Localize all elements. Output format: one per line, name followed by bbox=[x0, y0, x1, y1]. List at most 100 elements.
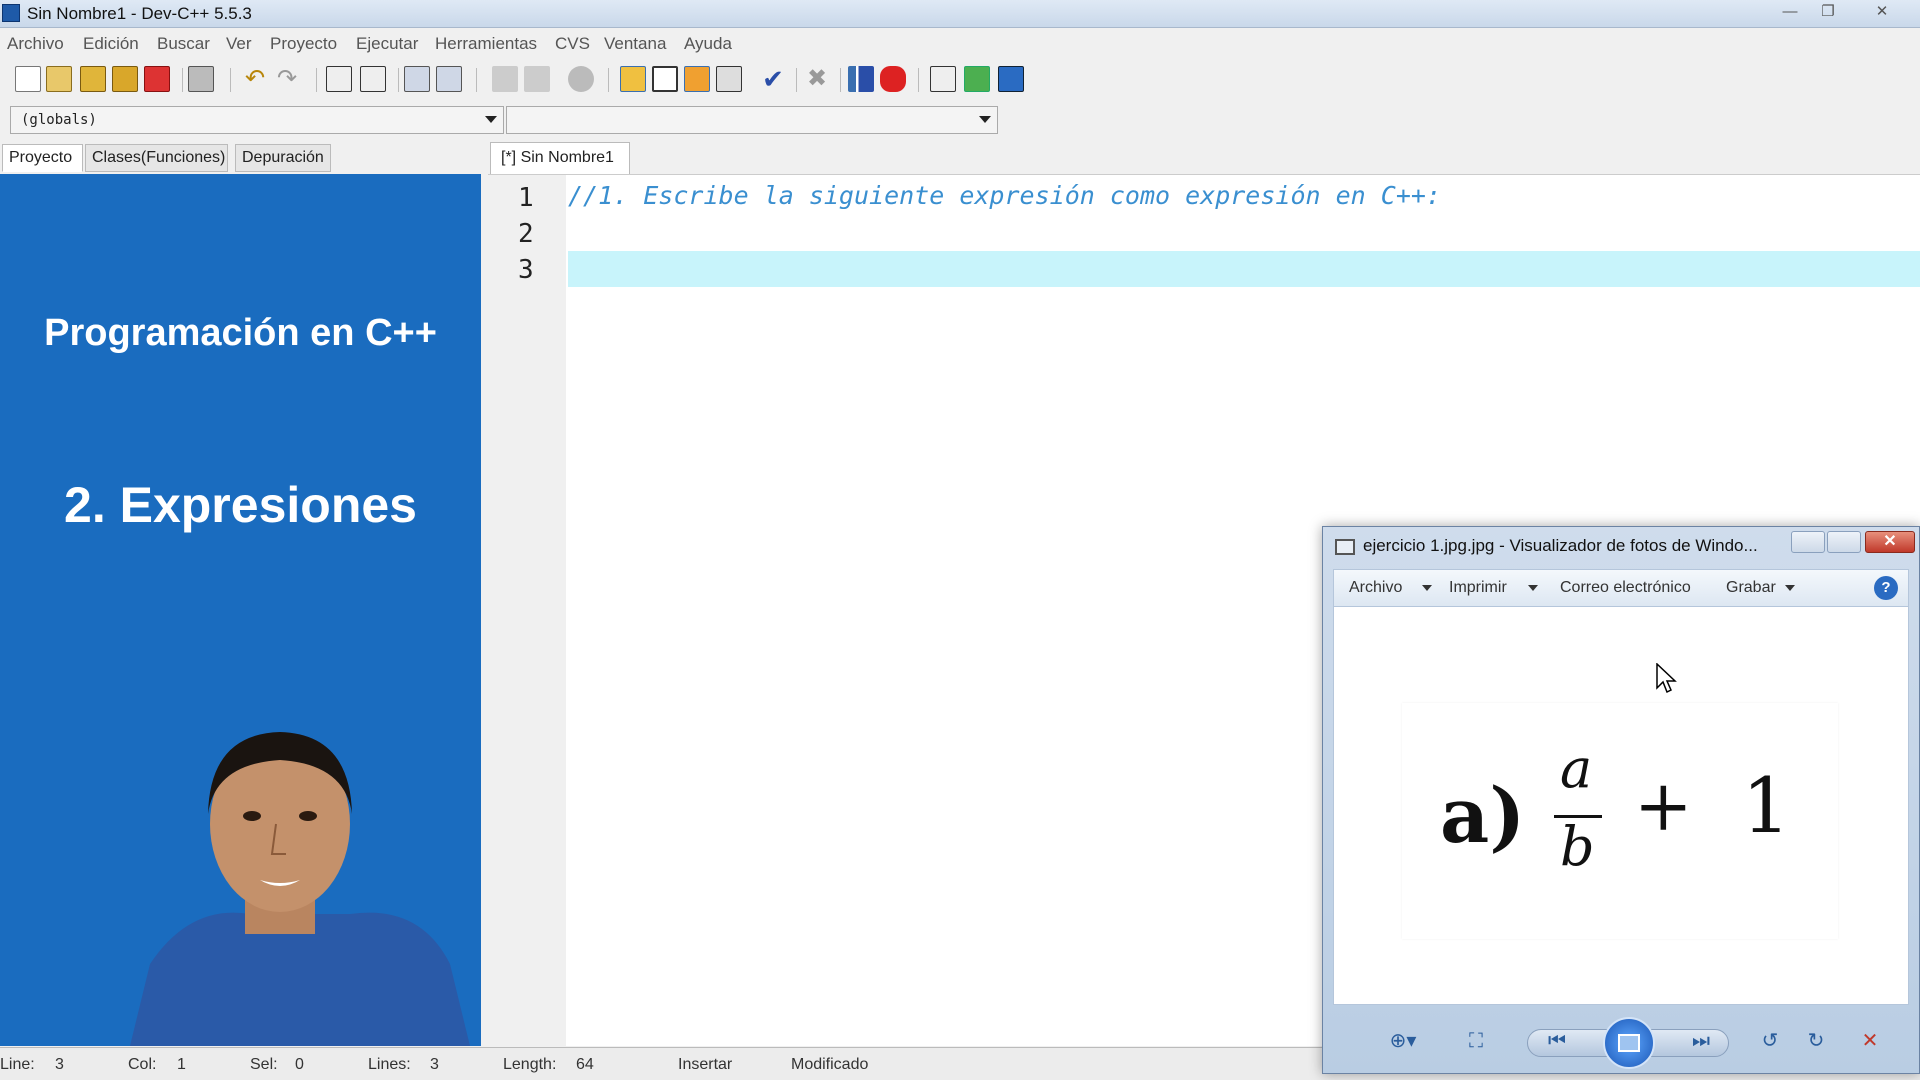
menu-ejecutar[interactable]: Ejecutar bbox=[356, 34, 418, 54]
lesson-title: 2. Expresiones bbox=[64, 477, 417, 533]
window-title: Sin Nombre1 - Dev-C++ 5.5.3 bbox=[27, 4, 252, 23]
menu-cvs[interactable]: CVS bbox=[555, 34, 590, 54]
toolbar: ↶ ↷ ✔ ✖ bbox=[0, 60, 1920, 100]
next-icon[interactable]: ⏭ bbox=[1681, 1027, 1721, 1055]
goto-forward-icon[interactable] bbox=[524, 66, 550, 92]
photo-viewer-icon bbox=[1335, 539, 1355, 555]
line-number: 1 bbox=[518, 183, 534, 213]
status-col-value: 1 bbox=[177, 1056, 186, 1073]
title-bar: Sin Nombre1 - Dev-C++ 5.5.3 — ❐ ✕ bbox=[0, 0, 1920, 28]
save-icon[interactable] bbox=[80, 66, 106, 92]
zoom-icon[interactable]: ⊕▾ bbox=[1383, 1027, 1423, 1055]
menu-buscar[interactable]: Buscar bbox=[157, 34, 210, 54]
tab-proyecto[interactable]: Proyecto bbox=[2, 144, 83, 172]
project-add-icon[interactable] bbox=[930, 66, 956, 92]
mouse-cursor-icon bbox=[1656, 663, 1677, 694]
compile-run-icon[interactable] bbox=[684, 66, 710, 92]
line-gutter: 1 2 3 bbox=[488, 175, 566, 1047]
fraction-denominator: b bbox=[1560, 815, 1595, 878]
chevron-down-icon bbox=[1528, 585, 1538, 591]
viewer-close-button[interactable]: ✕ bbox=[1865, 531, 1915, 553]
menu-ventana[interactable]: Ventana bbox=[604, 34, 666, 54]
redo-icon[interactable]: ↷ bbox=[274, 66, 300, 92]
scope-combo[interactable]: (globals) bbox=[10, 106, 504, 134]
photo-viewer-title: ejercicio 1.jpg.jpg - Visualizador de fo… bbox=[1363, 536, 1758, 555]
compile-icon[interactable] bbox=[620, 66, 646, 92]
constant-one: 1 bbox=[1742, 761, 1791, 850]
status-length-label: Length: bbox=[503, 1056, 557, 1073]
print-icon[interactable] bbox=[188, 66, 214, 92]
status-sel-label: Sel: bbox=[250, 1056, 278, 1073]
status-line-value: 3 bbox=[55, 1056, 64, 1073]
chevron-down-icon bbox=[979, 116, 991, 123]
status-lines-value: 3 bbox=[430, 1056, 439, 1073]
close-file-icon[interactable] bbox=[144, 66, 170, 92]
rotate-right-icon[interactable]: ↻ bbox=[1799, 1027, 1833, 1055]
chevron-down-icon bbox=[1785, 585, 1795, 591]
menu-archivo[interactable]: Archivo bbox=[7, 34, 64, 54]
slideshow-button[interactable] bbox=[1603, 1017, 1655, 1069]
member-combo[interactable] bbox=[506, 106, 998, 134]
menu-proyecto[interactable]: Proyecto bbox=[270, 34, 337, 54]
bookmark-icon[interactable] bbox=[568, 66, 594, 92]
help-icon[interactable]: ? bbox=[1874, 576, 1898, 600]
scope-combo-value: (globals) bbox=[21, 112, 97, 128]
replace-icon[interactable] bbox=[360, 66, 386, 92]
new-file-icon[interactable] bbox=[15, 66, 41, 92]
chevron-down-icon bbox=[485, 116, 497, 123]
rebuild-icon[interactable] bbox=[716, 66, 742, 92]
chevron-down-icon bbox=[1422, 585, 1432, 591]
indent-icon[interactable] bbox=[404, 66, 430, 92]
status-sel-value: 0 bbox=[295, 1056, 304, 1073]
menu-ayuda[interactable]: Ayuda bbox=[684, 34, 732, 54]
menu-ver[interactable]: Ver bbox=[226, 34, 252, 54]
close-button[interactable]: ✕ bbox=[1866, 2, 1898, 22]
save-all-icon[interactable] bbox=[112, 66, 138, 92]
exercise-image: a) a b + 1 bbox=[1402, 703, 1838, 939]
find-icon[interactable] bbox=[326, 66, 352, 92]
status-length-value: 64 bbox=[576, 1056, 594, 1073]
project-options-icon[interactable] bbox=[998, 66, 1024, 92]
unindent-icon[interactable] bbox=[436, 66, 462, 92]
line-number: 2 bbox=[518, 219, 534, 249]
line-number: 3 bbox=[518, 255, 534, 285]
minimize-button[interactable]: — bbox=[1774, 2, 1806, 22]
status-col-label: Col: bbox=[128, 1056, 157, 1073]
viewer-menu-archivo[interactable]: Archivo bbox=[1349, 579, 1402, 597]
viewer-menu-correo[interactable]: Correo electrónico bbox=[1560, 579, 1691, 597]
stop-icon[interactable]: ✖ bbox=[804, 66, 830, 92]
course-title: Programación en C++ bbox=[44, 312, 437, 354]
undo-icon[interactable]: ↶ bbox=[242, 66, 268, 92]
tab-sin-nombre1[interactable]: [*] Sin Nombre1 bbox=[490, 142, 630, 174]
rotate-left-icon[interactable]: ↺ bbox=[1753, 1027, 1787, 1055]
viewer-minimize-button[interactable] bbox=[1791, 531, 1825, 553]
photo-viewer-window[interactable]: ejercicio 1.jpg.jpg - Visualizador de fo… bbox=[1322, 526, 1920, 1074]
project-remove-icon[interactable] bbox=[964, 66, 990, 92]
menu-herramientas[interactable]: Herramientas bbox=[435, 34, 537, 54]
goto-back-icon[interactable] bbox=[492, 66, 518, 92]
previous-icon[interactable]: ⏮ bbox=[1537, 1027, 1577, 1055]
menu-bar: Archivo Edición Buscar Ver Proyecto Ejec… bbox=[0, 30, 1920, 58]
maximize-button[interactable]: ❐ bbox=[1812, 2, 1844, 22]
viewer-menubar: Archivo Imprimir Correo electrónico Grab… bbox=[1333, 569, 1909, 607]
syntax-check-icon[interactable]: ✔ bbox=[760, 66, 786, 92]
viewer-maximize-button[interactable] bbox=[1827, 531, 1861, 553]
chart-icon[interactable] bbox=[848, 66, 874, 92]
delete-icon[interactable]: ✕ bbox=[1853, 1027, 1887, 1055]
debug-icon[interactable] bbox=[880, 66, 906, 92]
tab-clases[interactable]: Clases(Funciones) bbox=[85, 144, 228, 172]
actual-size-icon[interactable]: ⛶ bbox=[1459, 1027, 1493, 1055]
viewer-controls: ⊕▾ ⛶ ⏮ ⏭ ↺ ↻ ✕ bbox=[1333, 1017, 1909, 1069]
menu-edicion[interactable]: Edición bbox=[83, 34, 139, 54]
project-panel: Programación en C++ 2. Expresiones bbox=[0, 174, 481, 1046]
status-lines-label: Lines: bbox=[368, 1056, 411, 1073]
run-icon[interactable] bbox=[652, 66, 678, 92]
status-modified: Modificado bbox=[791, 1056, 869, 1073]
code-line[interactable]: //1. Escribe la siguiente expresión como… bbox=[568, 181, 1441, 210]
open-file-icon[interactable] bbox=[46, 66, 72, 92]
tab-depuracion[interactable]: Depuración bbox=[235, 144, 331, 172]
status-insert-mode: Insertar bbox=[678, 1056, 733, 1073]
viewer-menu-grabar[interactable]: Grabar bbox=[1726, 579, 1776, 597]
viewer-menu-imprimir[interactable]: Imprimir bbox=[1449, 579, 1507, 597]
devcpp-app-icon bbox=[2, 4, 20, 22]
